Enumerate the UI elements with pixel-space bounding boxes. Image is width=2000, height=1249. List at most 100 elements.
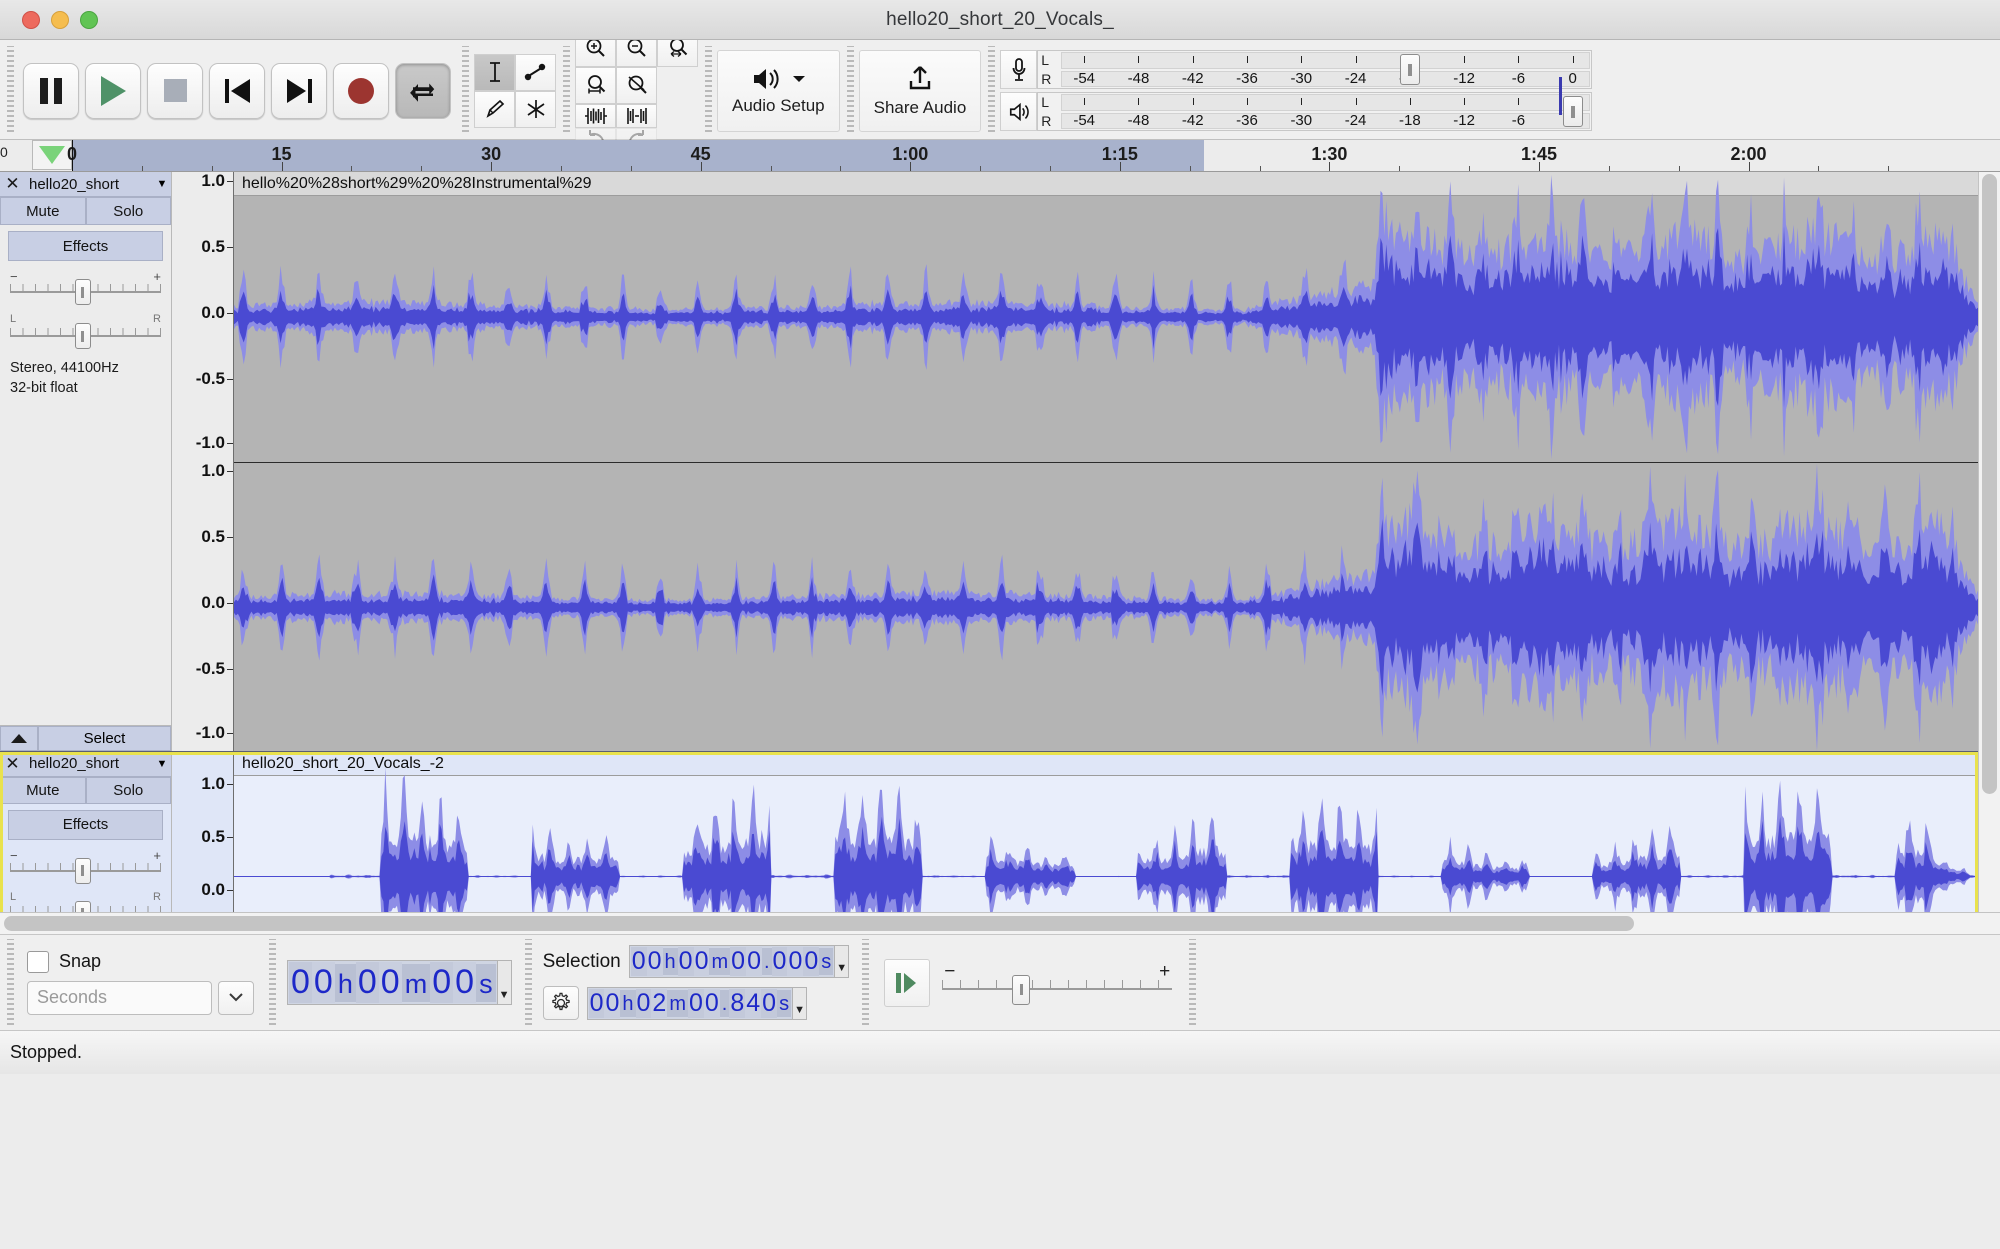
speaker-output-icon bbox=[1009, 102, 1029, 121]
timeline-selection-region[interactable] bbox=[72, 140, 1204, 171]
waveform-channel-mono[interactable] bbox=[234, 752, 1978, 912]
waveform-channel-left[interactable] bbox=[234, 172, 1978, 462]
solo-button[interactable]: Solo bbox=[85, 776, 171, 805]
edit-toolbar-grip[interactable] bbox=[561, 46, 572, 135]
solo-button[interactable]: Solo bbox=[85, 197, 171, 225]
audio-setup-toolbar-grip[interactable] bbox=[703, 46, 714, 135]
selection-start-dropdown[interactable]: ▼ bbox=[835, 945, 850, 978]
play-button[interactable] bbox=[85, 62, 141, 119]
gain-slider[interactable]: − + bbox=[10, 848, 161, 884]
effects-button[interactable]: Effects bbox=[8, 810, 163, 840]
ss-digit: 0 bbox=[730, 947, 747, 976]
close-icon[interactable]: ✕ bbox=[0, 754, 25, 774]
effects-button[interactable]: Effects bbox=[8, 231, 163, 261]
waveform-channel-right[interactable] bbox=[234, 462, 1978, 751]
audio-position-digits[interactable]: 00h00m00s bbox=[287, 960, 498, 1005]
pan-slider-knob[interactable] bbox=[74, 900, 91, 912]
loop-button[interactable] bbox=[395, 62, 451, 119]
horizontal-scrollbar[interactable] bbox=[0, 912, 2000, 934]
playback-volume-slider[interactable] bbox=[1562, 96, 1583, 127]
ss-unit-s: s bbox=[819, 948, 834, 975]
record-meter-button[interactable] bbox=[1000, 50, 1038, 89]
track-waveform[interactable]: hello%20%28short%29%20%28Instrumental%29 bbox=[234, 172, 1978, 751]
selection-end-field[interactable]: 00h02m00.840s ▼ bbox=[586, 986, 808, 1020]
share-audio-button[interactable]: Share Audio bbox=[858, 49, 982, 132]
chevron-down-icon[interactable]: ▼ bbox=[153, 758, 171, 770]
selection-settings-button[interactable] bbox=[542, 986, 579, 1020]
play-at-speed-button[interactable] bbox=[884, 958, 931, 1007]
track-title-row[interactable]: ✕ hello20_short ▼ bbox=[0, 172, 171, 197]
selection-start-field[interactable]: 00h00m00.000s ▼ bbox=[628, 945, 850, 978]
snapping-toolbar-grip[interactable] bbox=[5, 939, 16, 1026]
selection-end-dropdown[interactable]: ▼ bbox=[793, 986, 808, 1020]
track-title-row[interactable]: ✕ hello20_short ▼ bbox=[0, 752, 171, 777]
close-icon[interactable]: ✕ bbox=[0, 174, 25, 194]
play-speed-toolbar-grip[interactable] bbox=[860, 939, 872, 1026]
pan-slider[interactable]: L R bbox=[10, 313, 161, 349]
track-control-panel[interactable]: ✕ hello20_short ▼ Mute Solo Effects − + bbox=[0, 172, 172, 751]
gain-slider-knob[interactable] bbox=[74, 279, 91, 305]
gain-slider-knob[interactable] bbox=[74, 857, 91, 884]
tools-toolbar-grip[interactable] bbox=[460, 46, 471, 135]
record-meter-channel-labels: L R bbox=[1038, 51, 1060, 88]
bottom-toolbar-end-grip[interactable] bbox=[1187, 939, 1199, 1026]
silence-audio-button[interactable] bbox=[616, 103, 657, 128]
meter-toolbar-grip[interactable] bbox=[986, 46, 998, 135]
play-speed-slider[interactable]: − + bbox=[942, 961, 1173, 1005]
stop-button[interactable] bbox=[147, 62, 203, 119]
transport-toolbar-grip[interactable] bbox=[5, 46, 16, 135]
snap-unit-input[interactable]: Seconds bbox=[27, 980, 212, 1015]
selection-tool[interactable] bbox=[474, 53, 515, 91]
mute-button[interactable]: Mute bbox=[0, 776, 86, 805]
record-volume-slider[interactable] bbox=[1399, 54, 1420, 85]
playback-meter-bar-R bbox=[1061, 112, 1591, 129]
zoom-toggle-button[interactable] bbox=[616, 66, 657, 104]
vertical-scrollbar[interactable] bbox=[1978, 172, 2000, 912]
share-audio-toolbar-grip[interactable] bbox=[844, 46, 856, 135]
skip-start-button[interactable] bbox=[209, 62, 265, 119]
snap-checkbox[interactable] bbox=[27, 950, 49, 973]
audio-setup-button[interactable]: Audio Setup bbox=[717, 49, 840, 132]
vertical-ruler[interactable]: 1.0 0.5 0.0 -0.5 -1.0 bbox=[172, 752, 234, 912]
ap-digit: 0 bbox=[289, 962, 312, 1003]
play-at-speed-toolbar: − + bbox=[874, 935, 1182, 1030]
time-toolbar-grip[interactable] bbox=[267, 939, 278, 1026]
play-speed-knob[interactable] bbox=[1012, 974, 1031, 1005]
mute-button[interactable]: Mute bbox=[0, 197, 86, 225]
v-tick-mark bbox=[227, 669, 233, 670]
ap-unit-h: h bbox=[334, 963, 356, 1002]
trim-audio-button[interactable] bbox=[575, 103, 616, 128]
playhead-marker[interactable] bbox=[72, 140, 73, 171]
timeline-major-tick bbox=[1329, 162, 1331, 171]
v-tick-mark bbox=[227, 443, 233, 444]
snap-unit-dropdown-button[interactable] bbox=[218, 980, 254, 1015]
vertical-ruler[interactable]: 1.0 0.5 0.0 -0.5 -1.0 1.0 0.5 0.0 -0.5 -… bbox=[172, 172, 234, 751]
ap-digit: 0 bbox=[430, 962, 454, 1003]
select-track-button[interactable]: Select bbox=[38, 726, 171, 751]
horizontal-scrollbar-thumb[interactable] bbox=[4, 916, 1634, 931]
track-control-panel[interactable]: ✕ hello20_short ▼ Mute Solo Effects − + bbox=[0, 752, 172, 912]
audio-position-field[interactable]: 00h00m00s ▼ bbox=[287, 960, 512, 1005]
record-button[interactable] bbox=[333, 62, 389, 119]
chevron-down-icon[interactable]: ▼ bbox=[153, 178, 171, 190]
playback-meter-button[interactable] bbox=[1000, 92, 1038, 131]
selection-toolbar-grip[interactable] bbox=[522, 939, 534, 1026]
draw-tool[interactable] bbox=[474, 90, 515, 128]
selection-start-digits[interactable]: 00h00m00.000s bbox=[628, 945, 836, 978]
pause-button[interactable] bbox=[23, 62, 79, 119]
fit-project-button[interactable] bbox=[575, 66, 616, 104]
collapse-track-button[interactable] bbox=[0, 726, 38, 751]
selection-end-digits[interactable]: 00h02m00.840s bbox=[586, 986, 794, 1020]
record-meter[interactable]: L R -54-48-42-36-30-24-18-12-60 bbox=[1037, 50, 1593, 89]
pan-slider[interactable]: L R bbox=[10, 891, 161, 912]
audio-position-dropdown[interactable]: ▼ bbox=[497, 960, 512, 1005]
vertical-scrollbar-thumb[interactable] bbox=[1982, 174, 1997, 794]
multi-tool[interactable] bbox=[515, 90, 556, 128]
skip-end-button[interactable] bbox=[271, 62, 327, 119]
playback-meter[interactable]: L R -54-48-42-36-30-24-18-12-60 bbox=[1037, 77, 1593, 131]
gain-slider[interactable]: − + bbox=[10, 269, 161, 305]
track-waveform[interactable]: hello20_short_20_Vocals_-2 bbox=[234, 752, 1978, 912]
timeline-ruler[interactable]: 01530451:001:151:301:452:00 bbox=[67, 140, 2000, 171]
envelope-tool[interactable] bbox=[515, 53, 556, 91]
pan-slider-knob[interactable] bbox=[74, 323, 91, 349]
